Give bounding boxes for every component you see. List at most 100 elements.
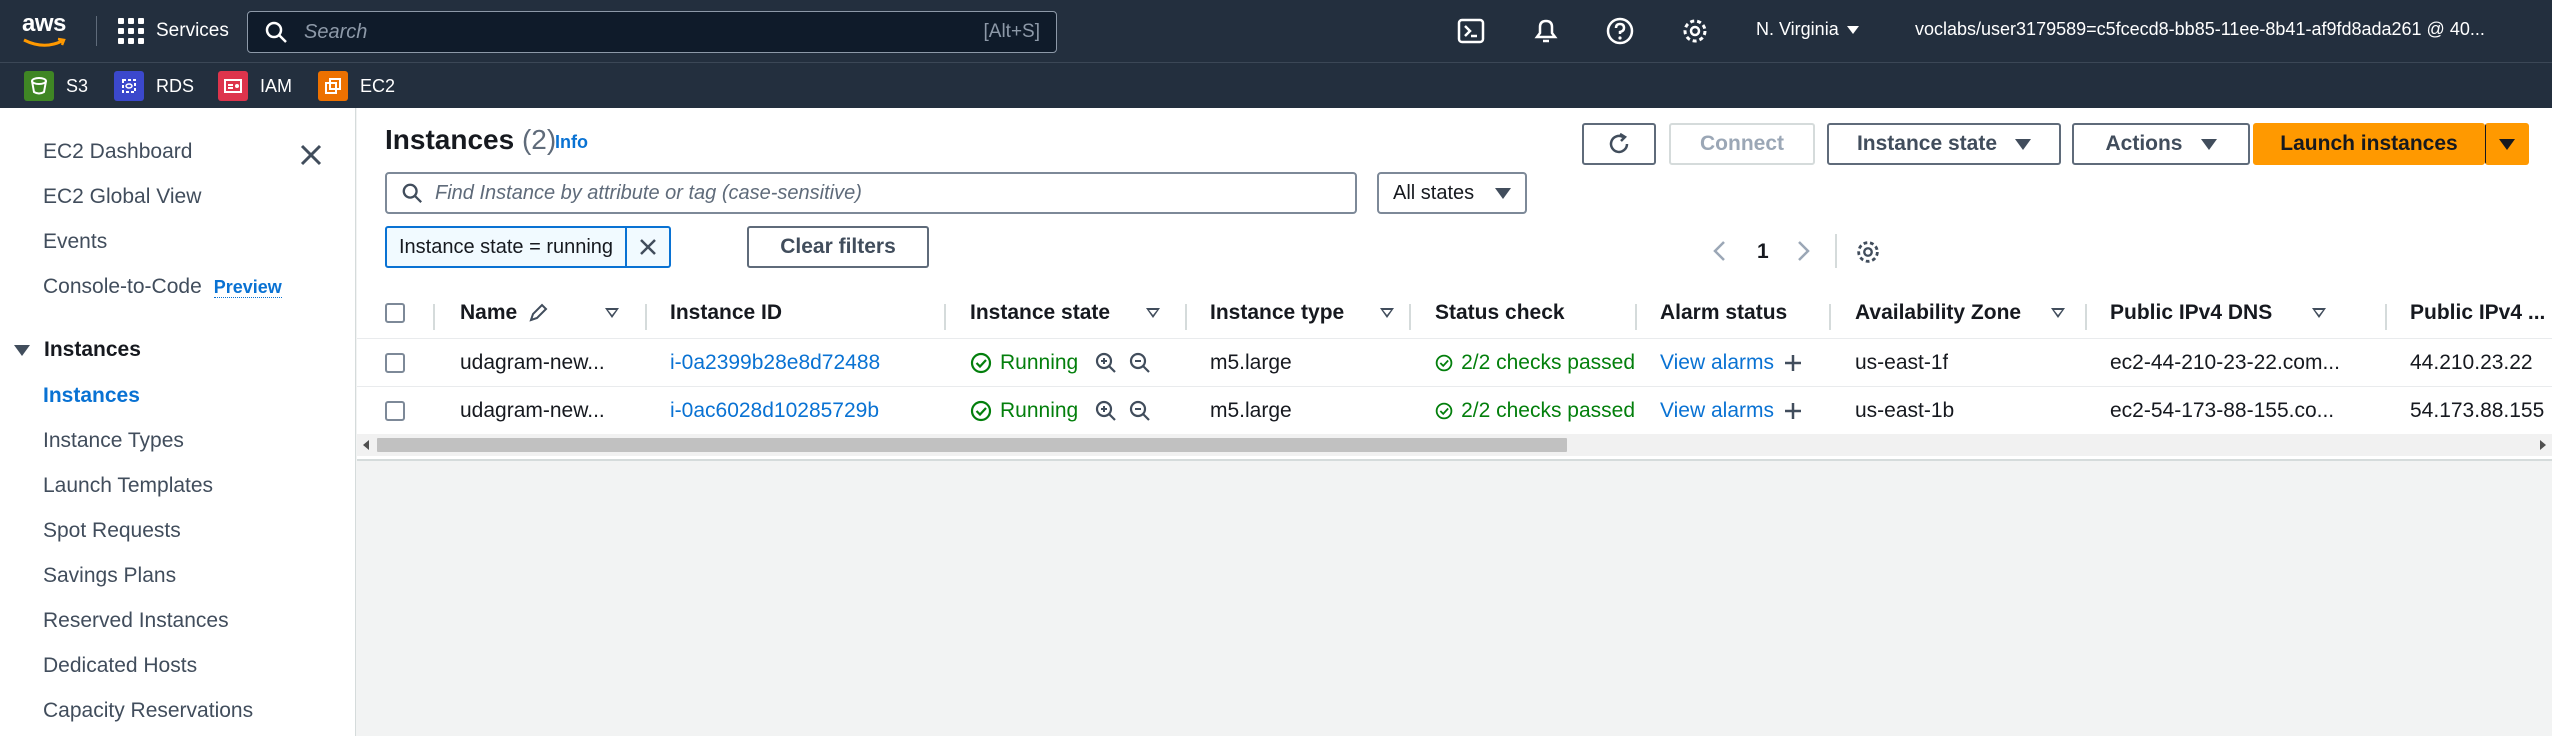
cell-instance-state: Running xyxy=(970,387,1152,435)
clear-filters-button[interactable]: Clear filters xyxy=(747,226,929,268)
launch-instances-button[interactable]: Launch instances xyxy=(2253,123,2485,165)
gear-icon[interactable] xyxy=(1680,16,1710,46)
select-value: All states xyxy=(1393,181,1475,204)
column-separator xyxy=(944,304,946,330)
remove-token-button[interactable] xyxy=(627,228,669,266)
favorite-s3[interactable]: S3 xyxy=(24,71,88,101)
column-separator xyxy=(1409,304,1411,330)
instance-state-button[interactable]: Instance state xyxy=(1827,123,2061,165)
sidebar-item-ec2-global-view[interactable]: EC2 Global View xyxy=(43,185,201,209)
sidebar-section-instances[interactable]: Instances xyxy=(14,338,141,362)
horizontal-scrollbar[interactable] xyxy=(357,434,2552,456)
page-number[interactable]: 1 xyxy=(1757,240,1769,264)
sidebar-item-launch-templates[interactable]: Launch Templates xyxy=(43,474,213,498)
sidebar-item-events[interactable]: Events xyxy=(43,230,107,254)
plus-icon[interactable] xyxy=(1782,400,1804,422)
cell-status-check: 2/2 checks passed xyxy=(1435,339,1635,387)
chevron-left-icon[interactable] xyxy=(1712,240,1728,262)
column-header-instance-id[interactable]: Instance ID xyxy=(670,288,782,338)
select-all-checkbox[interactable] xyxy=(385,303,405,323)
sidebar-item-dedicated-hosts[interactable]: Dedicated Hosts xyxy=(43,654,197,678)
help-icon[interactable] xyxy=(1605,16,1635,46)
sidebar-item-label: Console-to-Code xyxy=(43,275,202,298)
cell-name: udagram-new... xyxy=(460,399,605,422)
column-header-name[interactable]: Name xyxy=(460,288,620,338)
favorite-label: S3 xyxy=(66,75,89,96)
zoom-out-icon[interactable] xyxy=(1128,351,1152,375)
instance-id-link[interactable]: i-0a2399b28e8d72488 xyxy=(670,339,880,387)
scroll-right-arrow[interactable] xyxy=(2540,440,2546,450)
column-header-alarm-status[interactable]: Alarm status xyxy=(1660,288,1787,338)
bell-icon[interactable] xyxy=(1531,16,1561,46)
services-label: Services xyxy=(156,20,229,41)
table-row[interactable]: udagram-new... i-0ac6028d10285729b Runni… xyxy=(357,386,2552,434)
sidebar: EC2 Dashboard EC2 Global View Events Con… xyxy=(0,108,356,736)
view-alarms-link[interactable]: View alarms xyxy=(1660,399,1774,423)
search-input[interactable]: Search [Alt+S] xyxy=(247,11,1057,53)
connect-button[interactable]: Connect xyxy=(1669,123,1815,165)
column-header-instance-state[interactable]: Instance state xyxy=(970,288,1161,338)
sidebar-item-savings-plans[interactable]: Savings Plans xyxy=(43,564,176,588)
preview-badge[interactable]: Preview xyxy=(213,277,282,298)
section-label: Instances xyxy=(44,338,141,361)
scroll-thumb[interactable] xyxy=(377,438,1567,452)
close-icon xyxy=(640,239,656,255)
nav-divider xyxy=(96,16,97,46)
sidebar-item-capacity-reservations[interactable]: Capacity Reservations xyxy=(43,699,253,723)
cell-availability-zone: us-east-1f xyxy=(1855,351,1949,374)
column-header-public-ipv4-dns[interactable]: Public IPv4 DNS xyxy=(2110,288,2327,338)
token-label[interactable]: Instance state = running xyxy=(387,228,628,266)
scroll-left-arrow[interactable] xyxy=(363,440,369,450)
favorite-rds[interactable]: RDS xyxy=(114,71,194,101)
check-circle-icon xyxy=(970,352,992,374)
zoom-in-icon[interactable] xyxy=(1094,399,1118,423)
column-header-public-ipv4[interactable]: Public IPv4 ... xyxy=(2410,288,2545,338)
states-select[interactable]: All states xyxy=(1377,172,1527,214)
column-header-instance-type[interactable]: Instance type xyxy=(1210,288,1395,338)
services-menu-button[interactable]: Services xyxy=(118,14,229,48)
rds-icon xyxy=(114,71,144,101)
column-header-status-check[interactable]: Status check xyxy=(1435,288,1565,338)
cloudshell-icon[interactable] xyxy=(1456,16,1486,46)
sidebar-item-spot-requests[interactable]: Spot Requests xyxy=(43,519,181,543)
row-checkbox[interactable] xyxy=(385,353,405,373)
zoom-out-icon[interactable] xyxy=(1128,399,1152,423)
caret-down-icon xyxy=(2498,138,2515,150)
favorite-ec2[interactable]: EC2 xyxy=(318,71,395,101)
row-checkbox[interactable] xyxy=(385,401,405,421)
table-row[interactable]: udagram-new... i-0a2399b28e8d72488 Runni… xyxy=(357,338,2552,386)
zoom-in-icon[interactable] xyxy=(1094,351,1118,375)
sidebar-item-reserved-instances[interactable]: Reserved Instances xyxy=(43,609,229,633)
column-header-availability-zone[interactable]: Availability Zone xyxy=(1855,288,2066,338)
sidebar-item-instance-types[interactable]: Instance Types xyxy=(43,429,184,453)
close-icon[interactable] xyxy=(296,140,326,170)
instance-id-link[interactable]: i-0ac6028d10285729b xyxy=(670,387,879,435)
header-label: Availability Zone xyxy=(1855,301,2022,324)
sidebar-item-ec2-dashboard[interactable]: EC2 Dashboard xyxy=(43,140,192,164)
iam-icon xyxy=(218,71,248,101)
region-selector[interactable]: N. Virginia xyxy=(1756,19,1859,40)
status-label: 2/2 checks passed xyxy=(1461,351,1635,374)
refresh-icon xyxy=(1609,132,1629,154)
gear-icon[interactable] xyxy=(1854,238,1882,266)
favorite-iam[interactable]: IAM xyxy=(218,71,292,101)
launch-instances-dropdown[interactable] xyxy=(2485,123,2529,165)
aws-logo[interactable]: aws xyxy=(22,12,68,52)
sidebar-item-console-to-code[interactable]: Console-to-Code Preview xyxy=(43,275,282,299)
cell-public-ipv4-dns: ec2-54-173-88-155.co... xyxy=(2110,399,2335,422)
row-checkbox-cell[interactable] xyxy=(385,339,405,387)
refresh-button[interactable] xyxy=(1582,123,1656,165)
account-menu[interactable]: voclabs/user3179589=c5fcecd8-bb85-11ee-8… xyxy=(1915,19,2485,40)
aws-logo-text: aws xyxy=(22,10,66,37)
row-checkbox-cell[interactable] xyxy=(385,387,405,435)
search-placeholder: Search xyxy=(304,20,368,43)
chevron-right-icon[interactable] xyxy=(1795,240,1811,262)
s3-icon xyxy=(24,71,54,101)
plus-icon[interactable] xyxy=(1782,352,1804,374)
sidebar-item-instances[interactable]: Instances xyxy=(43,384,140,408)
actions-button[interactable]: Actions xyxy=(2072,123,2250,165)
filter-input[interactable]: Find Instance by attribute or tag (case-… xyxy=(385,172,1357,214)
view-alarms-link[interactable]: View alarms xyxy=(1660,351,1774,375)
info-link[interactable]: Info xyxy=(555,132,588,153)
select-all-checkbox-cell[interactable] xyxy=(385,288,405,338)
